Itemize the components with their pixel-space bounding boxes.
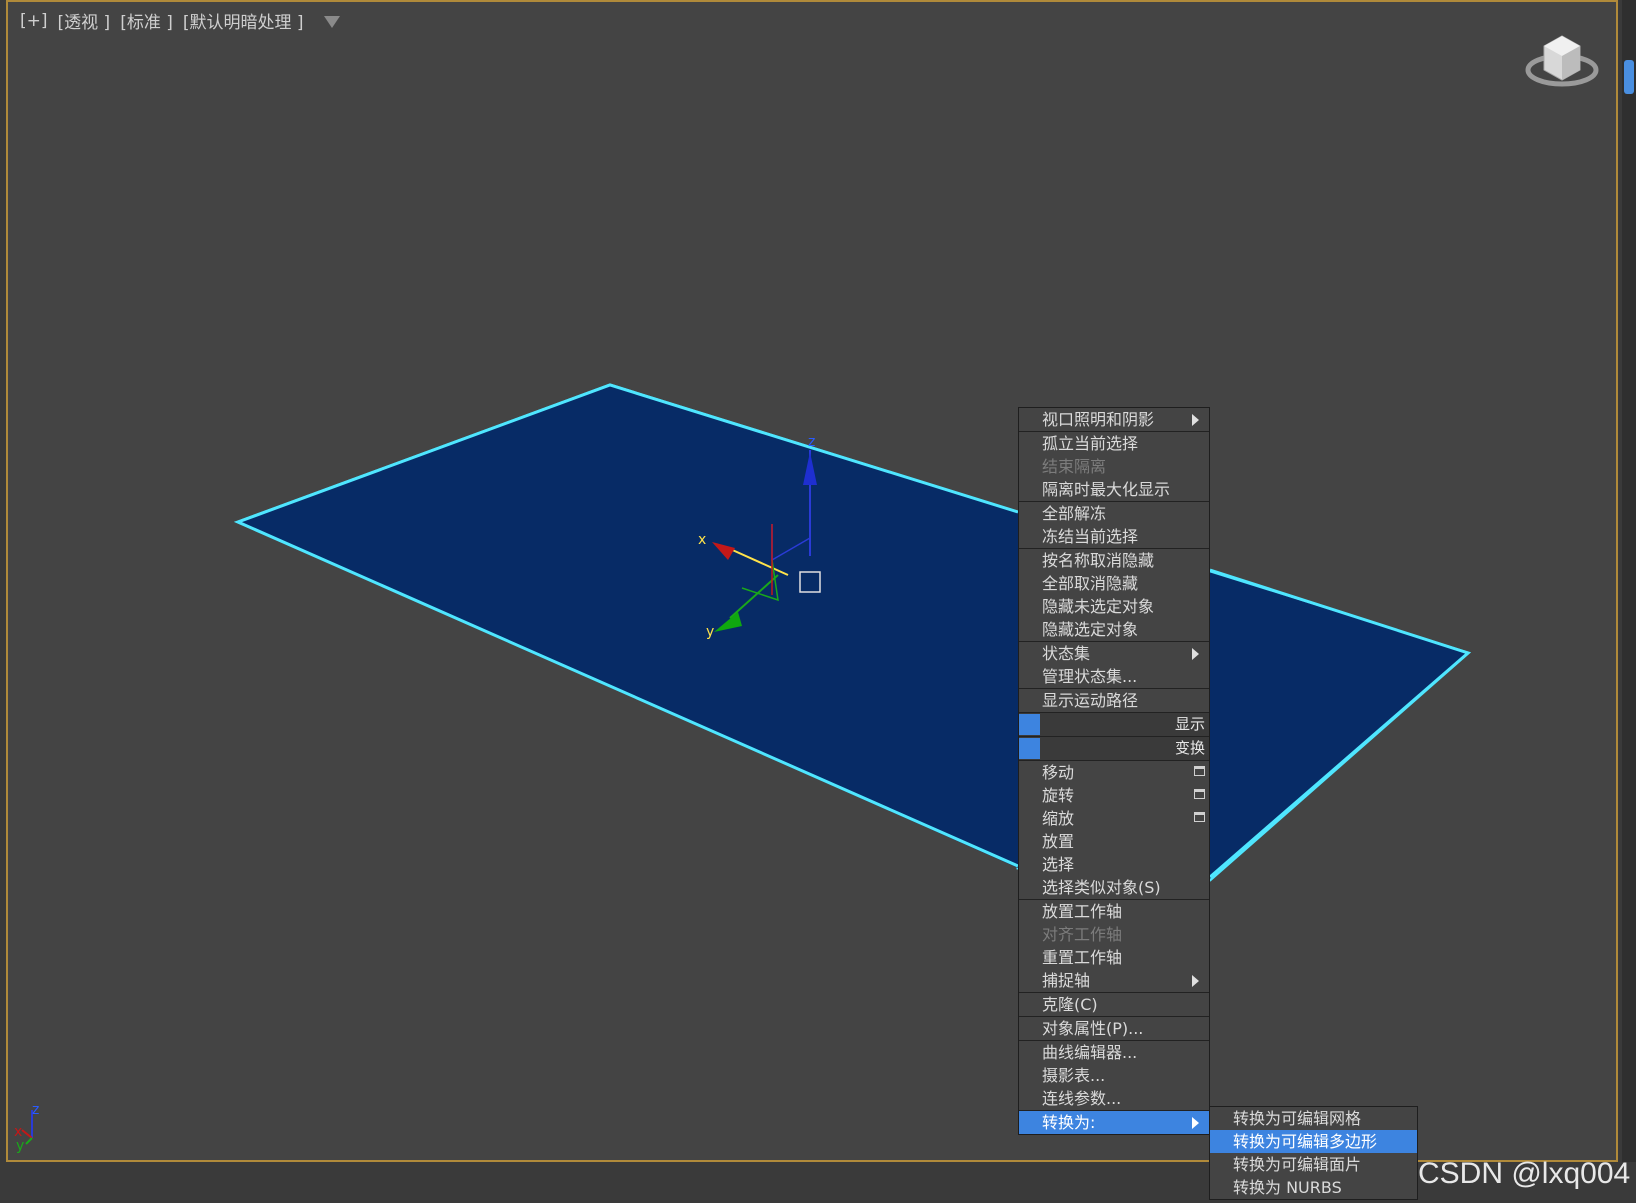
menu-item-clone[interactable]: 克隆(C) xyxy=(1019,992,1209,1016)
menu-item-end-isolate: 结束隔离 xyxy=(1042,457,1107,476)
tripod-z-label: z xyxy=(32,1102,39,1118)
menu-item-convert-to[interactable]: 转换为: xyxy=(1019,1110,1209,1134)
settings-window-icon[interactable] xyxy=(1194,766,1205,776)
quad-context-menu: 视口照明和阴影 孤立当前选择 结束隔离 隔离时最大化显示 全部解冻 冻结当前选择… xyxy=(1018,407,1210,1135)
gizmo-y-label: y xyxy=(706,624,714,640)
menu-item-snap-pivot[interactable]: 捕捉轴 xyxy=(1019,969,1209,992)
quad-header-tag xyxy=(1019,738,1040,759)
menu-item-hide-unselected[interactable]: 隐藏未选定对象 xyxy=(1019,595,1209,618)
submenu-arrow-icon xyxy=(1192,1117,1199,1129)
side-panel-strip xyxy=(1622,0,1636,1162)
gizmo-z-label: z xyxy=(808,434,815,450)
submenu-item-editable-patch[interactable]: 转换为可编辑面片 xyxy=(1210,1153,1417,1176)
menu-item-viewport-lighting-shadows[interactable]: 视口照明和阴影 xyxy=(1019,408,1209,431)
menu-item-place[interactable]: 放置 xyxy=(1019,830,1209,853)
menu-item-isolate-maximize[interactable]: 隔离时最大化显示 xyxy=(1019,478,1209,501)
submenu-arrow-icon xyxy=(1192,975,1199,987)
submenu-arrow-icon xyxy=(1192,414,1199,426)
side-panel-handle[interactable] xyxy=(1624,60,1634,94)
tripod-y-label: y xyxy=(16,1138,24,1154)
watermark-text: CSDN @lxq004 xyxy=(1418,1157,1631,1190)
menu-item-align-working-pivot: 对齐工作轴 xyxy=(1042,925,1123,944)
menu-item-dope-sheet[interactable]: 摄影表... xyxy=(1019,1064,1209,1087)
menu-item-curve-editor[interactable]: 曲线编辑器... xyxy=(1019,1040,1209,1064)
menu-item-move[interactable]: 移动 xyxy=(1019,760,1209,784)
convert-to-submenu: 转换为可编辑网格 转换为可编辑多边形 转换为可编辑面片 转换为 NURBS xyxy=(1209,1106,1418,1200)
menu-item-select[interactable]: 选择 xyxy=(1019,853,1209,876)
submenu-arrow-icon xyxy=(1192,648,1199,660)
menu-item-freeze-selection[interactable]: 冻结当前选择 xyxy=(1019,525,1209,548)
quad-header-tag xyxy=(1019,714,1040,735)
plane-fill-patch xyxy=(238,385,1468,905)
quad-header-display: 显示 xyxy=(1019,712,1209,736)
menu-item-show-motion-paths[interactable]: 显示运动路径 xyxy=(1019,688,1209,712)
menu-item-select-similar[interactable]: 选择类似对象(S) xyxy=(1019,876,1209,899)
menu-item-manage-state-sets[interactable]: 管理状态集... xyxy=(1019,665,1209,688)
menu-item-place-working-pivot[interactable]: 放置工作轴 xyxy=(1019,899,1209,923)
settings-window-icon[interactable] xyxy=(1194,789,1205,799)
gizmo-x-label: x xyxy=(698,532,706,548)
menu-item-reset-working-pivot[interactable]: 重置工作轴 xyxy=(1019,946,1209,969)
menu-item-unhide-by-name[interactable]: 按名称取消隐藏 xyxy=(1019,548,1209,572)
menu-item-object-properties[interactable]: 对象属性(P)... xyxy=(1019,1016,1209,1040)
menu-item-unfreeze-all[interactable]: 全部解冻 xyxy=(1019,501,1209,525)
submenu-item-editable-mesh[interactable]: 转换为可编辑网格 xyxy=(1210,1107,1417,1130)
submenu-item-nurbs[interactable]: 转换为 NURBS xyxy=(1210,1176,1417,1199)
scene-canvas: z x y z x y xyxy=(14,383,1471,1154)
menu-item-rotate[interactable]: 旋转 xyxy=(1019,784,1209,807)
menu-item-isolate-selection[interactable]: 孤立当前选择 xyxy=(1019,431,1209,455)
menu-item-scale[interactable]: 缩放 xyxy=(1019,807,1209,830)
quad-header-transform: 变换 xyxy=(1019,736,1209,760)
menu-item-state-sets[interactable]: 状态集 xyxy=(1019,641,1209,665)
menu-item-hide-selection[interactable]: 隐藏选定对象 xyxy=(1019,618,1209,641)
settings-window-icon[interactable] xyxy=(1194,812,1205,822)
viewcube-icon[interactable] xyxy=(1522,30,1602,92)
axis-tripod: z x y xyxy=(14,1102,39,1154)
menu-item-wire-parameters[interactable]: 连线参数... xyxy=(1019,1087,1209,1110)
menu-item-unhide-all[interactable]: 全部取消隐藏 xyxy=(1019,572,1209,595)
submenu-item-editable-poly[interactable]: 转换为可编辑多边形 xyxy=(1210,1130,1417,1153)
